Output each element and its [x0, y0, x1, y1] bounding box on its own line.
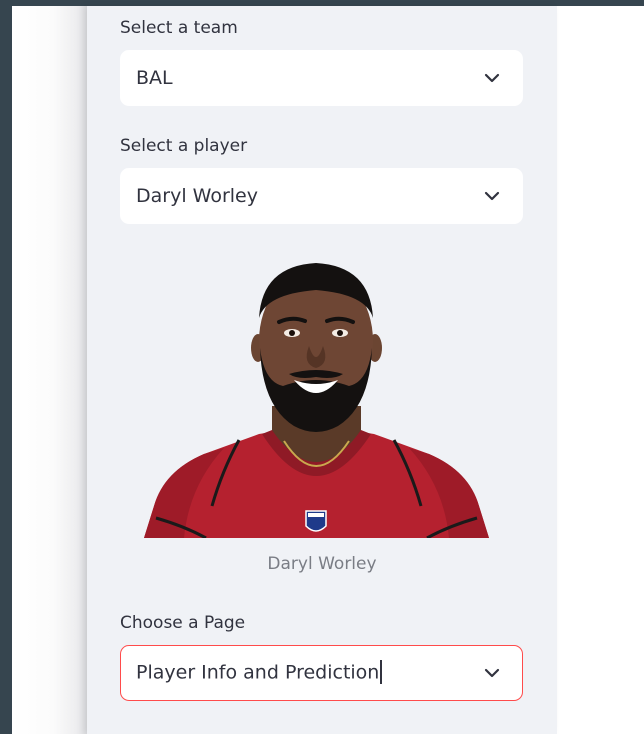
- chevron-down-icon: [484, 191, 500, 201]
- team-select-label: Select a team: [120, 18, 238, 38]
- page-select-label: Choose a Page: [120, 613, 246, 633]
- sidebar: Select a team BAL Select a player Daryl …: [87, 6, 557, 734]
- chevron-down-icon: [484, 73, 500, 83]
- page-select[interactable]: Player Info and Prediction: [120, 645, 523, 701]
- page-gutter: [12, 6, 87, 734]
- player-select-value: Daryl Worley: [136, 185, 258, 207]
- team-select-value: BAL: [136, 67, 173, 89]
- window-frame-left: [0, 0, 12, 734]
- page-select-value: Player Info and Prediction: [136, 660, 382, 685]
- player-select[interactable]: Daryl Worley: [120, 168, 523, 224]
- player-photo: [144, 263, 489, 538]
- player-select-label: Select a player: [120, 136, 248, 156]
- player-photo-caption: Daryl Worley: [267, 554, 377, 574]
- page-select-value-text: Player Info and Prediction: [136, 661, 380, 684]
- chevron-down-icon: [484, 668, 500, 678]
- team-select[interactable]: BAL: [120, 50, 523, 106]
- text-cursor: [380, 660, 382, 684]
